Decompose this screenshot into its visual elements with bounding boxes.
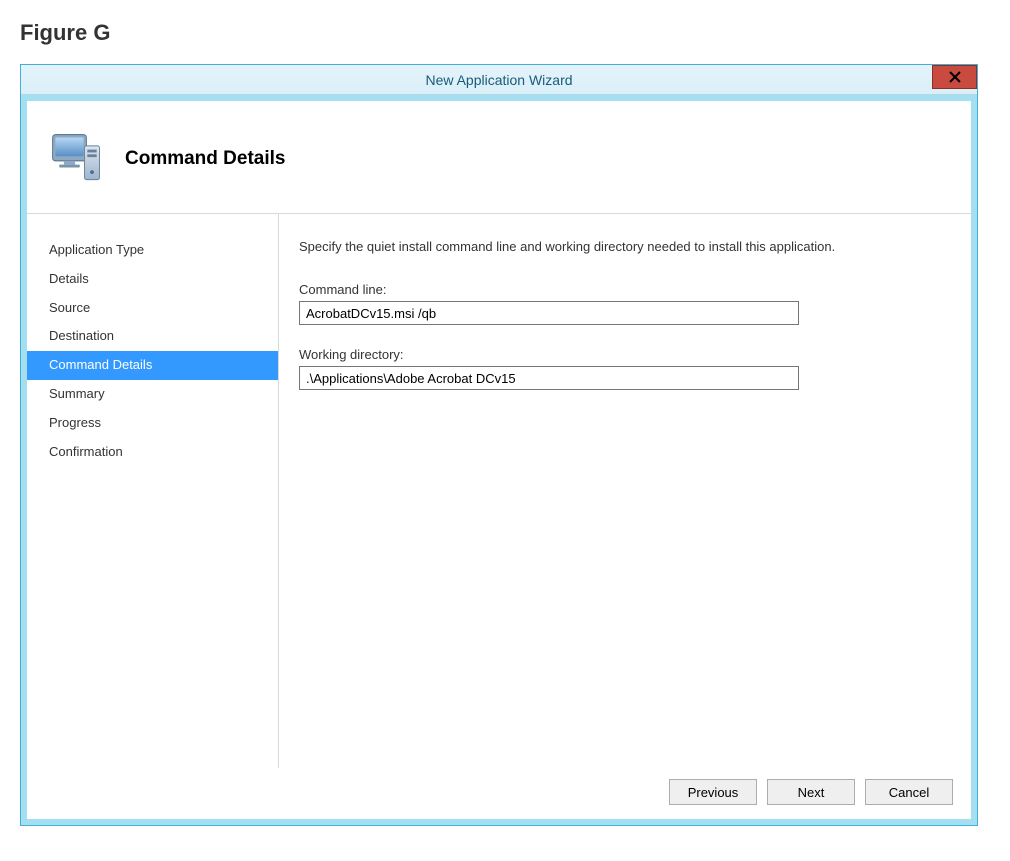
wizard-body: Application Type Details Source Destinat…: [27, 213, 971, 768]
sidebar: Application Type Details Source Destinat…: [27, 213, 279, 768]
working-directory-group: Working directory:: [299, 347, 941, 390]
close-button[interactable]: [932, 65, 977, 89]
main-pane: Specify the quiet install command line a…: [279, 213, 971, 768]
window-inner: Command Details Application Type Details…: [27, 101, 971, 819]
cancel-button[interactable]: Cancel: [865, 779, 953, 805]
instruction-text: Specify the quiet install command line a…: [299, 239, 941, 254]
working-directory-input[interactable]: [299, 366, 799, 390]
computer-icon: [47, 129, 107, 189]
sidebar-item-details[interactable]: Details: [27, 265, 278, 294]
sidebar-item-destination[interactable]: Destination: [27, 322, 278, 351]
close-icon: [949, 71, 961, 83]
previous-button[interactable]: Previous: [669, 779, 757, 805]
working-directory-label: Working directory:: [299, 347, 941, 362]
page-heading: Command Details: [125, 148, 285, 170]
sidebar-item-source[interactable]: Source: [27, 294, 278, 323]
wizard-window: New Application Wizard: [20, 64, 978, 826]
sidebar-item-summary[interactable]: Summary: [27, 380, 278, 409]
figure-label: Figure G: [20, 20, 990, 46]
command-line-group: Command line:: [299, 282, 941, 325]
sidebar-item-progress[interactable]: Progress: [27, 409, 278, 438]
wizard-footer: Previous Next Cancel: [27, 768, 971, 819]
window-chrome: Command Details Application Type Details…: [21, 95, 977, 825]
next-button[interactable]: Next: [767, 779, 855, 805]
sidebar-item-confirmation[interactable]: Confirmation: [27, 438, 278, 467]
window-title: New Application Wizard: [425, 72, 572, 88]
sidebar-item-command-details[interactable]: Command Details: [27, 351, 278, 380]
titlebar: New Application Wizard: [21, 65, 977, 95]
sidebar-item-application-type[interactable]: Application Type: [27, 236, 278, 265]
wizard-header: Command Details: [27, 101, 971, 213]
command-line-input[interactable]: [299, 301, 799, 325]
command-line-label: Command line:: [299, 282, 941, 297]
